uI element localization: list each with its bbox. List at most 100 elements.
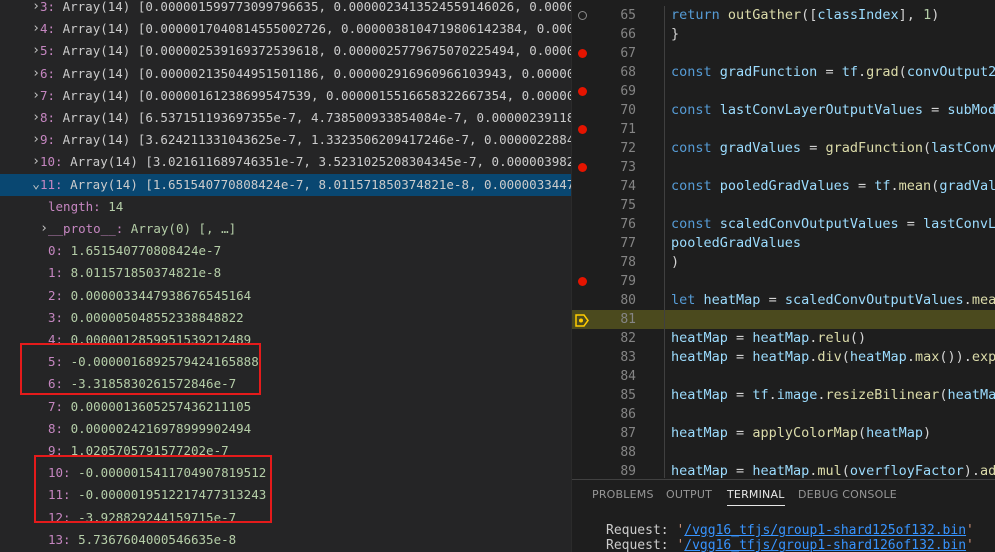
code-line[interactable]: 68 const gradFunction = tf.grad(convOutpu… bbox=[572, 63, 995, 82]
variable-element-row[interactable]: 1: 8.011571850374821e-8 bbox=[0, 262, 571, 284]
variable-key: 1: bbox=[48, 265, 64, 281]
code-line[interactable]: 79 bbox=[572, 272, 995, 291]
variable-value: 1.651540770808424e-7 bbox=[70, 243, 222, 259]
variable-key: __proto__: bbox=[48, 221, 124, 236]
line-number: 87 bbox=[620, 426, 636, 441]
breakpoint-icon[interactable] bbox=[578, 49, 587, 58]
variable-value: 0.0000024216978999902494 bbox=[70, 420, 252, 436]
code-line[interactable]: 74 const pooledGradValues = tf.mean(gradV… bbox=[572, 177, 995, 196]
variable-type: Array(14) bbox=[62, 132, 131, 148]
code-line[interactable]: 85 heatMap = tf.image.resizeBilinear(heat… bbox=[572, 386, 995, 405]
variable-type: Array(14) bbox=[62, 21, 131, 37]
breakpoint-icon[interactable] bbox=[578, 125, 587, 134]
variable-type: Array(14) bbox=[62, 0, 131, 14]
variable-array-row[interactable]: › 3: Array(14) [0.000001599773099796635, … bbox=[0, 0, 571, 18]
line-number: 80 bbox=[620, 293, 636, 308]
variable-key: 8: bbox=[40, 110, 56, 125]
variable-value: 14 bbox=[108, 198, 124, 214]
code-line[interactable]: 82 heatMap = heatMap.relu() bbox=[572, 329, 995, 348]
variable-array-row[interactable]: ⌄ 11: Array(14) [1.651540770808424e-7, 8.… bbox=[0, 173, 571, 196]
variable-type: Array(14) bbox=[62, 87, 131, 103]
code-text: pooledGradValues bbox=[671, 235, 802, 251]
bottom-panel: PROBLEMS OUTPUT TERMINAL DEBUG CONSOLE Requ… bbox=[572, 479, 995, 552]
variable-text: 8: 0.0000024216978999902494 bbox=[48, 418, 251, 440]
variable-array-row[interactable]: › 7: Array(14) [0.00000161238699547539, 0… bbox=[0, 85, 571, 107]
variable-element-row[interactable]: 13: 5.7367604000546635e-8 bbox=[0, 529, 571, 551]
tab-terminal[interactable]: TERMINAL bbox=[727, 488, 785, 506]
code-text: heatMap = heatMap.div(heatMap.max()).exp… bbox=[671, 349, 995, 365]
code-line[interactable]: 80 let heatMap = scaledConvOutputValues.m… bbox=[572, 291, 995, 310]
variable-type: Array(14) bbox=[70, 176, 138, 192]
variable-array-row[interactable]: › 8: Array(14) [6.537151193697355e-7, 4.7… bbox=[0, 107, 571, 129]
variable-value: 0.0000033447938676545164 bbox=[70, 287, 252, 303]
quote: ' bbox=[966, 523, 974, 538]
code-line[interactable]: 86 bbox=[572, 405, 995, 424]
variable-array-row[interactable]: › 9: Array(14) [3.624211331043625e-7, 1.3… bbox=[0, 129, 571, 151]
variable-element-row[interactable]: 8: 0.0000024216978999902494 bbox=[0, 418, 571, 440]
code-text: heatMap = tf.image.resizeBilinear(heatMa… bbox=[671, 387, 995, 403]
tab-problems[interactable]: PROBLEMS bbox=[592, 488, 654, 501]
code-line[interactable]: 87 heatMap = applyColorMap(heatMap) bbox=[572, 424, 995, 443]
variable-array-row[interactable]: › 10: Array(14) [3.021611689746351e-7, 3.… bbox=[0, 151, 571, 173]
variable-element-row[interactable]: 0: 1.651540770808424e-7 bbox=[0, 240, 571, 262]
tab-debug-console[interactable]: DEBUG CONSOLE bbox=[798, 488, 897, 501]
code-line[interactable]: 83 heatMap = heatMap.div(heatMap.max()).e… bbox=[572, 348, 995, 367]
breakpoint-icon[interactable] bbox=[578, 163, 587, 172]
variable-element-row[interactable]: 3: 0.000005048552338848822 bbox=[0, 307, 571, 329]
code-line[interactable]: 75 bbox=[572, 196, 995, 215]
variable-key: 2: bbox=[48, 287, 64, 303]
code-line[interactable]: 72 const gradValues = gradFunction(lastCo… bbox=[572, 139, 995, 158]
variable-text: 6: Array(14) [0.000002135044951501186, 0… bbox=[40, 63, 571, 85]
code-line[interactable]: 76 const scaledConvOutputValues = lastCon… bbox=[572, 215, 995, 234]
variable-text: 1: 8.011571850374821e-8 bbox=[48, 262, 221, 284]
variable-array-row[interactable]: › 5: Array(14) [0.000002539169372539618, … bbox=[0, 40, 571, 62]
code-line[interactable]: 70 const lastConvLayerOutputValues = subM… bbox=[572, 101, 995, 120]
code-line[interactable]: 88 bbox=[572, 443, 995, 462]
variable-preview: [6.537151193697355e-7, 4.738500933854084… bbox=[137, 110, 571, 125]
code-line[interactable]: 77 pooledGradValues bbox=[572, 234, 995, 253]
line-number: 85 bbox=[620, 388, 636, 403]
breakpoint-icon[interactable] bbox=[578, 277, 587, 286]
variable-preview: [3.624211331043625e-7, 1.332350620941724… bbox=[137, 132, 571, 148]
terminal-url-link[interactable]: /vgg16_tfjs/group1-shard126of132.bin bbox=[684, 538, 966, 552]
variable-element-row[interactable]: 2: 0.0000033447938676545164 bbox=[0, 285, 571, 307]
line-number: 71 bbox=[620, 122, 636, 137]
line-number: 83 bbox=[620, 350, 636, 365]
code-text: heatMap = heatMap.relu() bbox=[671, 330, 867, 346]
code-line[interactable]: 78) bbox=[572, 253, 995, 272]
variable-key: 7: bbox=[48, 398, 64, 414]
code-line[interactable]: 73 bbox=[572, 158, 995, 177]
variable-preview: [0.000002135044951501186, 0.000002916960… bbox=[137, 65, 571, 81]
code-line[interactable]: 71 bbox=[572, 120, 995, 139]
code-line[interactable]: 66} bbox=[572, 25, 995, 44]
tab-output[interactable]: OUTPUT bbox=[666, 488, 712, 501]
code-line[interactable]: 65 return outGather([classIndex], 1) bbox=[572, 6, 995, 25]
code-text: } bbox=[671, 26, 680, 42]
variable-key: length: bbox=[48, 198, 101, 214]
variable-type: Array(14) bbox=[70, 154, 138, 170]
breakpoint-icon[interactable] bbox=[578, 87, 587, 96]
code-line[interactable]: 81 bbox=[572, 310, 995, 329]
line-number: 84 bbox=[620, 369, 636, 384]
variable-text: 11: Array(14) [1.651540770808424e-7, 8.0… bbox=[40, 174, 571, 196]
line-number: 86 bbox=[620, 407, 636, 422]
variable-element-row[interactable]: › __proto__: Array(0) [, …] bbox=[0, 218, 571, 240]
variable-text: 7: Array(14) [0.00000161238699547539, 0.… bbox=[40, 85, 571, 107]
code-text: heatMap = applyColorMap(heatMap) bbox=[671, 425, 932, 441]
variable-value: 0.0000013605257436211105 bbox=[70, 398, 252, 414]
code-text: const gradValues = gradFunction(lastConv… bbox=[671, 140, 995, 156]
variable-preview: [3.021611689746351e-7, 3.523102520830434… bbox=[145, 154, 571, 170]
code-line[interactable]: 67 bbox=[572, 44, 995, 63]
variable-element-row[interactable]: 7: 0.0000013605257436211105 bbox=[0, 396, 571, 418]
variable-element-row[interactable]: length: 14 bbox=[0, 196, 571, 218]
debug-variables-pane: › 3: Array(14) [0.000001599773099796635, … bbox=[0, 0, 571, 552]
variable-text: 4: Array(14) [0.0000017040814555002726, … bbox=[40, 18, 571, 40]
code-line[interactable]: 69 bbox=[572, 82, 995, 101]
variable-preview: [0.00000161238699547539, 0.0000015516658… bbox=[137, 87, 571, 103]
variable-array-row[interactable]: › 6: Array(14) [0.000002135044951501186, … bbox=[0, 63, 571, 85]
variable-array-row[interactable]: › 4: Array(14) [0.0000017040814555002726,… bbox=[0, 18, 571, 40]
breakpoint-hollow-icon[interactable] bbox=[578, 11, 587, 20]
code-line[interactable]: 84 bbox=[572, 367, 995, 386]
variable-value: 0.000005048552338848822 bbox=[70, 309, 244, 325]
terminal-url-link[interactable]: /vgg16_tfjs/group1-shard125of132.bin bbox=[684, 523, 966, 538]
